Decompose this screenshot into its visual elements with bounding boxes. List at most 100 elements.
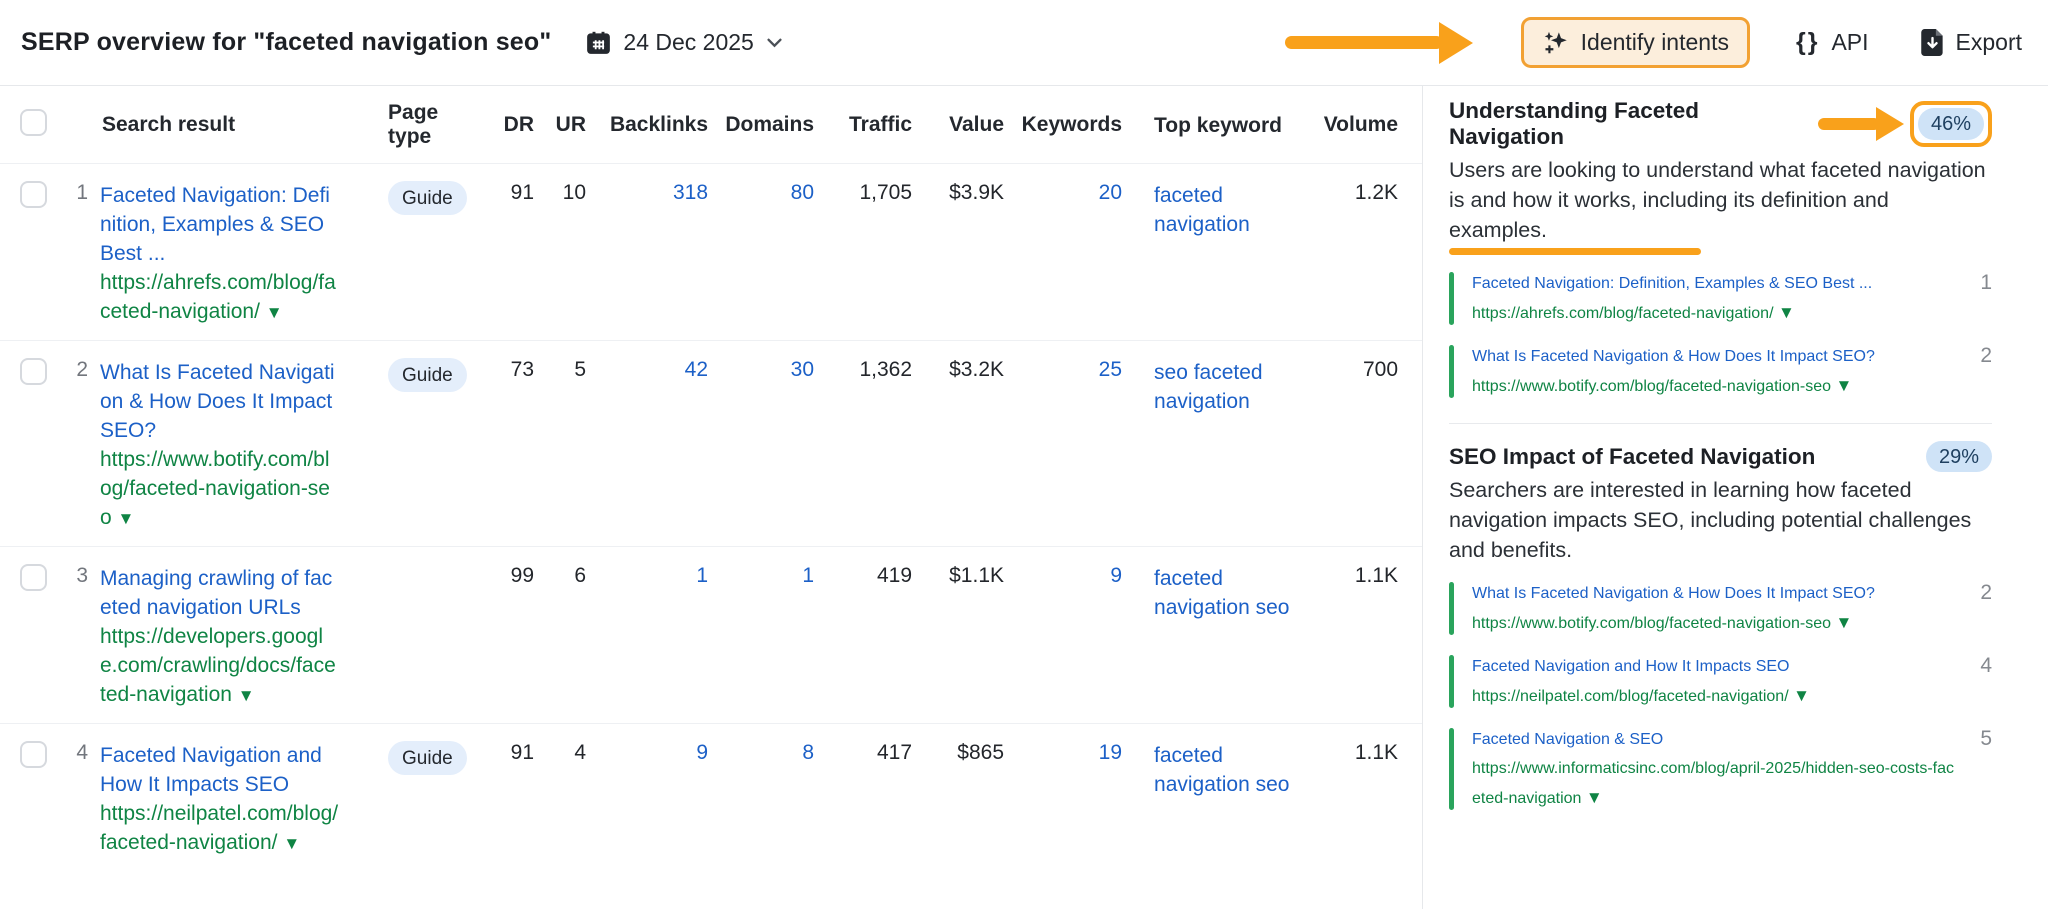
- column-header-keywords[interactable]: Keywords: [1010, 86, 1128, 164]
- intent-title: Understanding Faceted Navigation: [1449, 98, 1818, 150]
- intent-result-title-link[interactable]: Faceted Navigation & SEO: [1472, 725, 1958, 754]
- keywords-link[interactable]: 19: [1010, 724, 1128, 872]
- traffic-value: 1,362: [820, 341, 918, 547]
- column-header-volume[interactable]: Volume: [1306, 86, 1422, 164]
- intent-result-title-link[interactable]: What Is Faceted Navigation & How Does It…: [1472, 579, 1958, 608]
- intent-result-item: Faceted Navigation & SEO https://www.inf…: [1449, 725, 1992, 813]
- column-header-dr[interactable]: DR: [472, 86, 540, 164]
- dr-value: 73: [472, 341, 540, 547]
- identify-intents-label: Identify intents: [1581, 29, 1729, 56]
- column-header-domains[interactable]: Domains: [714, 86, 820, 164]
- volume-value: 1.1K: [1306, 547, 1422, 724]
- top-keyword-link[interactable]: faceted navigation seo: [1154, 567, 1289, 619]
- export-button[interactable]: Export: [1921, 29, 2022, 56]
- column-header-search-result[interactable]: Search result: [52, 86, 354, 164]
- backlinks-link[interactable]: 1: [592, 547, 714, 724]
- domains-link[interactable]: 8: [714, 724, 820, 872]
- url-expand-caret[interactable]: ▼: [1835, 376, 1852, 395]
- table-row: 1 Faceted Navigation: Definition, Exampl…: [0, 164, 1422, 341]
- result-title-link[interactable]: Faceted Navigation and How It Impacts SE…: [100, 741, 340, 799]
- row-checkbox[interactable]: [20, 181, 47, 208]
- export-label: Export: [1956, 29, 2022, 56]
- annotation-arrow-percent: [1818, 107, 1904, 141]
- result-url: https://developers.google.com/crawling/d…: [100, 625, 336, 706]
- domains-link[interactable]: 30: [714, 341, 820, 547]
- result-url: https://ahrefs.com/blog/faceted-navigati…: [100, 271, 336, 323]
- column-header-backlinks[interactable]: Backlinks: [592, 86, 714, 164]
- calendar-icon: [585, 29, 612, 56]
- column-header-page-type[interactable]: Page type: [354, 86, 472, 164]
- serp-table: Search result Page type DR UR Backlinks …: [0, 86, 1422, 871]
- api-button[interactable]: {} API: [1796, 28, 1869, 57]
- column-header-value[interactable]: Value: [918, 86, 1010, 164]
- intent-result-rank: 4: [1958, 652, 1992, 711]
- result-title-link[interactable]: Faceted Navigation: Definition, Examples…: [100, 181, 340, 268]
- page-type-badge: Guide: [388, 181, 467, 215]
- url-expand-caret[interactable]: ▼: [266, 303, 283, 322]
- intent-result-rank: 5: [1958, 725, 1992, 813]
- url-expand-caret[interactable]: ▼: [283, 834, 300, 853]
- intent-description: Searchers are interested in learning how…: [1449, 475, 1992, 565]
- top-keyword-link[interactable]: seo faceted navigation: [1154, 361, 1263, 413]
- dr-value: 91: [472, 724, 540, 872]
- intent-result-rank: 2: [1958, 342, 1992, 401]
- select-all-checkbox[interactable]: [20, 109, 47, 136]
- keywords-link[interactable]: 9: [1010, 547, 1128, 724]
- backlinks-link[interactable]: 42: [592, 341, 714, 547]
- intent-result-url: https://www.informaticsinc.com/blog/apri…: [1472, 760, 1954, 807]
- result-url: https://neilpatel.com/blog/faceted-navig…: [100, 802, 338, 854]
- intent-result-item: Faceted Navigation: Definition, Examples…: [1449, 269, 1992, 328]
- code-braces-icon: {}: [1796, 28, 1819, 57]
- sparkles-icon: [1542, 29, 1569, 56]
- keywords-link[interactable]: 20: [1010, 164, 1128, 341]
- topbar: SERP overview for "faceted navigation se…: [0, 0, 2048, 85]
- row-checkbox[interactable]: [20, 741, 47, 768]
- url-expand-caret[interactable]: ▼: [238, 686, 255, 705]
- identify-intents-panel: Understanding Faceted Navigation 46% Use…: [1423, 86, 2048, 909]
- value-value: $865: [918, 724, 1010, 872]
- serp-position: 4: [52, 724, 88, 872]
- keywords-link[interactable]: 25: [1010, 341, 1128, 547]
- identify-intents-button[interactable]: Identify intents: [1521, 17, 1750, 68]
- top-keyword-link[interactable]: faceted navigation seo: [1154, 744, 1289, 796]
- column-header-ur[interactable]: UR: [540, 86, 592, 164]
- intent-result-title-link[interactable]: What Is Faceted Navigation & How Does It…: [1472, 342, 1958, 371]
- chevron-down-icon: [767, 38, 782, 48]
- top-keyword-link[interactable]: faceted navigation: [1154, 184, 1250, 236]
- intent-result-title-link[interactable]: Faceted Navigation: Definition, Examples…: [1472, 269, 1958, 298]
- date-picker[interactable]: 24 Dec 2025: [585, 29, 781, 56]
- intent-result-title-link[interactable]: Faceted Navigation and How It Impacts SE…: [1472, 652, 1958, 681]
- ur-value: 10: [540, 164, 592, 341]
- domains-link[interactable]: 80: [714, 164, 820, 341]
- url-expand-caret[interactable]: ▼: [1586, 788, 1603, 807]
- serp-overview-app: SERP overview for "faceted navigation se…: [0, 0, 2048, 909]
- row-checkbox[interactable]: [20, 564, 47, 591]
- traffic-value: 417: [820, 724, 918, 872]
- traffic-value: 419: [820, 547, 918, 724]
- table-row: 4 Faceted Navigation and How It Impacts …: [0, 724, 1422, 872]
- page-type-badge: Guide: [388, 741, 467, 775]
- serp-position: 3: [52, 547, 88, 724]
- intent-section: Understanding Faceted Navigation 46% Use…: [1449, 98, 1992, 401]
- date-picker-value: 24 Dec 2025: [623, 29, 753, 56]
- ur-value: 5: [540, 341, 592, 547]
- intent-result-rank: 2: [1958, 579, 1992, 638]
- serp-position: 2: [52, 341, 88, 547]
- intent-section: SEO Impact of Faceted Navigation 29% Sea…: [1449, 424, 1992, 813]
- annotation-underline: [1449, 248, 1701, 255]
- url-expand-caret[interactable]: ▼: [1793, 686, 1810, 705]
- url-expand-caret[interactable]: ▼: [1778, 303, 1795, 322]
- domains-link[interactable]: 1: [714, 547, 820, 724]
- column-header-traffic[interactable]: Traffic: [820, 86, 918, 164]
- column-header-top-keyword[interactable]: Top keyword: [1128, 86, 1306, 164]
- api-label: API: [1831, 29, 1868, 56]
- table-row: 2 What Is Faceted Navigation & How Does …: [0, 341, 1422, 547]
- backlinks-link[interactable]: 318: [592, 164, 714, 341]
- row-checkbox[interactable]: [20, 358, 47, 385]
- result-title-link[interactable]: What Is Faceted Navigation & How Does It…: [100, 358, 340, 445]
- result-title-link[interactable]: Managing crawling of faceted navigation …: [100, 564, 340, 622]
- url-expand-caret[interactable]: ▼: [118, 509, 135, 528]
- backlinks-link[interactable]: 9: [592, 724, 714, 872]
- url-expand-caret[interactable]: ▼: [1835, 613, 1852, 632]
- annotation-arrow-identify-intents: [1285, 22, 1473, 64]
